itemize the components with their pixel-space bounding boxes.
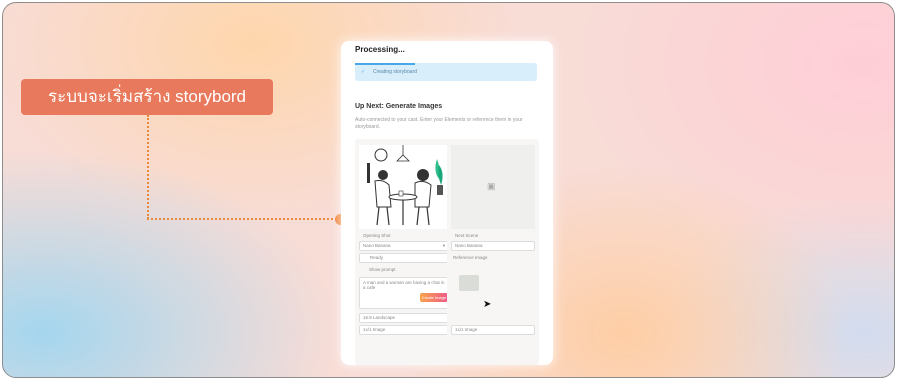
left-shot-panel: Opening Shot Nano Banana ▾ Ready Show pr… xyxy=(355,139,453,365)
next-step-description: Auto-connected to your cast. Enter your … xyxy=(355,117,523,130)
progress-bar xyxy=(355,63,415,65)
check-icon: ✓ xyxy=(361,69,366,75)
model-select-right[interactable]: Nano Banana xyxy=(451,241,535,251)
processing-dialog: Processing... ✓ Creating storyboard Up N… xyxy=(341,41,553,365)
next-scene-label: Next Scene xyxy=(455,233,479,238)
create-image-button[interactable]: Create Image xyxy=(420,293,448,302)
callout-connector-vertical xyxy=(147,115,149,219)
chevron-down-icon: ▾ xyxy=(442,243,445,248)
right-shot-panel: ▣ Next Scene Nano Banana Reference Image… xyxy=(447,139,539,365)
count-select-right[interactable]: 1x/1 Image xyxy=(451,325,535,335)
style-field[interactable]: Ready xyxy=(359,253,449,263)
reference-thumbnail[interactable] xyxy=(459,275,479,291)
dialog-title: Processing... xyxy=(355,45,405,54)
screenshot-frame: ระบบจะเริ่มสร้าง storybord Processing...… xyxy=(2,2,895,378)
aspect-select[interactable]: 16:9 Landscape xyxy=(359,313,449,323)
cafe-illustration xyxy=(367,145,443,226)
next-step-heading: Up Next: Generate Images xyxy=(355,103,443,110)
storyboard-image-cafe[interactable] xyxy=(359,145,447,229)
image-icon: ▣ xyxy=(487,181,496,191)
callout-connector-horizontal xyxy=(147,218,337,220)
opening-shot-label: Opening Shot xyxy=(363,233,391,238)
cursor-icon: ➤ xyxy=(483,299,492,310)
status-text: Creating storyboard xyxy=(373,69,417,75)
show-prompt-option[interactable]: Show prompt xyxy=(369,267,396,272)
annotation-callout: ระบบจะเริ่มสร้าง storybord xyxy=(21,79,273,115)
count-select-left[interactable]: 1x/1 Image xyxy=(359,325,449,335)
image-placeholder[interactable]: ▣ xyxy=(451,145,535,229)
status-banner: ✓ Creating storyboard xyxy=(355,63,537,81)
reference-image-label: Reference Image xyxy=(453,255,488,260)
model-select-left[interactable]: Nano Banana ▾ xyxy=(359,241,449,251)
